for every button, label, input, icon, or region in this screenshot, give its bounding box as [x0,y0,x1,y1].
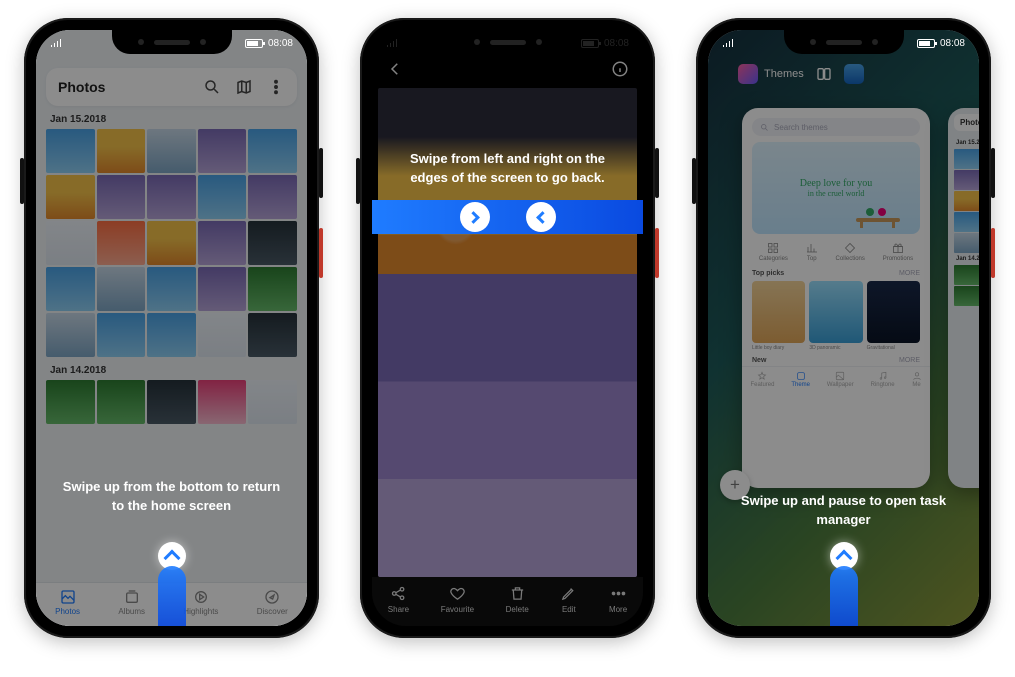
swipe-right-icon [460,202,490,232]
tutorial-hint: Swipe from left and right on the edges o… [372,150,643,188]
status-time: 08:08 [604,38,629,49]
swipe-left-icon [526,202,556,232]
signal-icon [50,39,62,48]
signal-icon [386,39,398,48]
phone-mockup-3: 08:08 Themes Search themes [696,18,991,638]
tutorial-overlay [36,30,307,626]
chevron-up-icon [163,550,180,567]
battery-icon [245,39,263,48]
signal-icon [722,39,734,48]
tutorial-hint: Swipe up and pause to open task manager [708,492,979,530]
tutorial-overlay [372,30,643,626]
chevron-up-icon [835,550,852,567]
phone-mockup-1: 08:08 Photos Jan 15.2018 [24,18,319,638]
swipe-edge-indicator[interactable] [372,200,643,234]
phone-mockup-2: 08:08 Share Favourite Delete [360,18,655,638]
tutorial-overlay [708,30,979,626]
swipe-up-indicator[interactable] [828,542,860,626]
tutorial-hint: Swipe up from the bottom to return to th… [36,478,307,516]
battery-icon [581,39,599,48]
status-time: 08:08 [268,38,293,49]
status-time: 08:08 [940,38,965,49]
battery-icon [917,39,935,48]
notch [784,30,904,54]
swipe-up-indicator[interactable] [156,542,188,626]
notch [448,30,568,54]
notch [112,30,232,54]
